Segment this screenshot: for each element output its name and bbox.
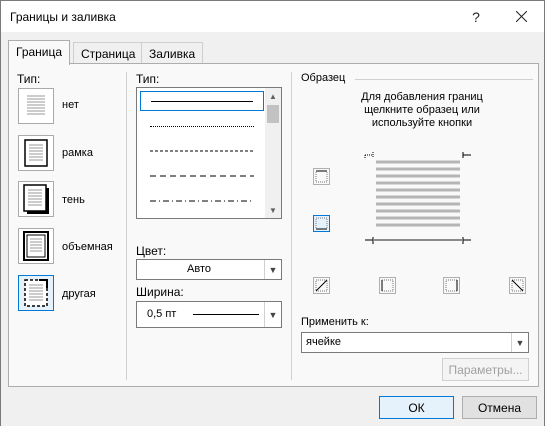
right-border-icon: [445, 279, 458, 292]
bottom-border-button[interactable]: [313, 215, 330, 232]
diagonal-up-icon: [315, 279, 328, 292]
separator-right: [291, 72, 292, 380]
left-border-icon: [381, 279, 394, 292]
setting-header: Тип:: [17, 72, 41, 86]
setting-custom-label[interactable]: другая: [62, 288, 96, 300]
solid-line-sample: [151, 101, 253, 102]
left-border-button[interactable]: [379, 277, 396, 294]
width-label: Ширина:: [136, 285, 184, 299]
width-line-sample: [193, 314, 259, 315]
setting-custom-icon[interactable]: [18, 275, 54, 311]
tab-border[interactable]: Граница: [8, 40, 71, 65]
ok-button[interactable]: ОК: [379, 396, 454, 419]
tab-page[interactable]: Страница: [73, 42, 144, 64]
title-bar: Границы и заливка ?: [1, 1, 544, 32]
diagonal-up-border-button[interactable]: [509, 277, 526, 294]
setting-box-icon[interactable]: [18, 135, 54, 171]
separator-left: [126, 72, 127, 380]
dotted-line-sample: [150, 126, 254, 127]
apply-to-label: Применить к:: [301, 316, 369, 328]
line-style-dashed-small[interactable]: [140, 141, 264, 161]
line-style-dashed-large[interactable]: [140, 166, 264, 186]
diagonal-down-icon: [511, 279, 524, 292]
style-header: Тип:: [136, 72, 160, 86]
line-style-list[interactable]: ▲ ▼: [136, 87, 282, 219]
button-bar: ОК Отмена: [1, 389, 544, 426]
dash-dot-line-sample: [150, 200, 254, 202]
help-button[interactable]: ?: [453, 1, 499, 32]
setting-none-icon[interactable]: [18, 88, 54, 124]
color-label: Цвет:: [136, 244, 167, 258]
top-border-button[interactable]: [313, 168, 330, 185]
scroll-up-arrow-icon[interactable]: ▲: [265, 88, 281, 104]
preview-header: Образец: [301, 72, 346, 84]
borders-and-shading-dialog: Границы и заливка ? Граница Страница Зал…: [0, 0, 545, 426]
chevron-down-icon[interactable]: ▼: [264, 260, 281, 279]
setting-shadow-icon[interactable]: [18, 181, 54, 217]
tab-shading[interactable]: Заливка: [141, 42, 204, 64]
width-value: 0,5 пт: [147, 308, 177, 320]
bottom-border-icon: [315, 217, 328, 230]
close-button[interactable]: [498, 1, 544, 32]
preview-area[interactable]: [363, 152, 473, 246]
setting-shadow-label[interactable]: тень: [62, 194, 85, 206]
color-value: Авто: [187, 263, 211, 275]
line-style-solid[interactable]: [140, 91, 264, 111]
line-style-dotted[interactable]: [140, 117, 264, 137]
preview-header-rule: [355, 79, 533, 80]
apply-to-dropdown[interactable]: ячейке ▼: [301, 332, 529, 353]
top-border-icon: [315, 170, 328, 183]
preview-page-icon: [364, 152, 471, 244]
window-title: Границы и заливка: [10, 10, 116, 24]
border-tab-panel: Тип: нет рамка тень объемная другая Тип:…: [8, 63, 539, 387]
cancel-button[interactable]: Отмена: [462, 396, 537, 419]
right-border-button[interactable]: [443, 277, 460, 294]
setting-box-label[interactable]: рамка: [62, 147, 93, 159]
close-icon: [515, 11, 527, 22]
color-dropdown[interactable]: Авто ▼: [136, 259, 282, 280]
line-style-scrollbar[interactable]: ▲ ▼: [265, 88, 281, 218]
scroll-down-arrow-icon[interactable]: ▼: [265, 202, 281, 218]
setting-3d-icon[interactable]: [18, 228, 54, 264]
setting-none-label[interactable]: нет: [62, 99, 79, 111]
setting-3d-label[interactable]: объемная: [62, 241, 113, 253]
dashed-small-line-sample: [150, 150, 254, 152]
width-dropdown[interactable]: 0,5 пт ▼: [136, 301, 282, 328]
scroll-thumb[interactable]: [267, 105, 279, 123]
question-mark-icon: ?: [472, 8, 480, 25]
options-button[interactable]: Параметры...: [442, 358, 529, 381]
chevron-down-icon[interactable]: ▼: [511, 333, 528, 352]
diagonal-down-border-button[interactable]: [313, 277, 330, 294]
line-style-dash-dot[interactable]: [140, 191, 264, 211]
dashed-large-line-sample: [150, 175, 254, 177]
apply-to-value: ячейке: [306, 336, 342, 348]
chevron-down-icon[interactable]: ▼: [264, 302, 281, 327]
preview-hint: Для добавления границ щелкните образец и…: [361, 91, 483, 129]
